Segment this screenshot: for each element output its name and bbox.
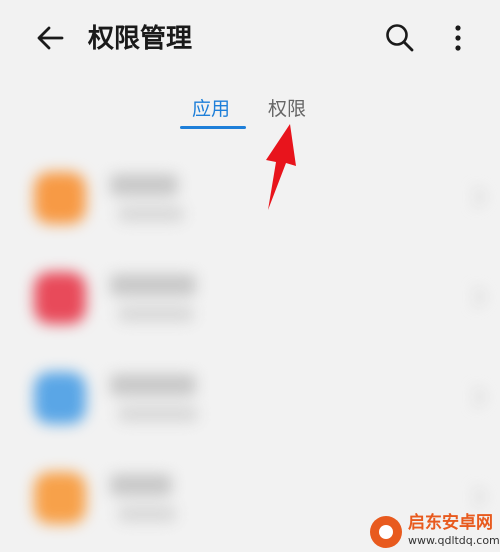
more-options-button[interactable] bbox=[444, 20, 472, 56]
red-annotation-arrow-icon bbox=[266, 124, 296, 210]
page-title: 权限管理 bbox=[88, 24, 193, 54]
app-subtitle-placeholder bbox=[118, 406, 198, 422]
app-list bbox=[0, 150, 500, 552]
app-icon bbox=[34, 172, 86, 224]
app-list-blurred-content bbox=[0, 150, 500, 550]
chevron-right-icon bbox=[465, 487, 485, 507]
tab-apps[interactable]: 应用 bbox=[192, 94, 230, 124]
list-item[interactable] bbox=[0, 150, 500, 250]
chevron-right-icon bbox=[465, 187, 485, 207]
watermark-url: www.qdltdq.com bbox=[408, 534, 500, 547]
app-name-placeholder bbox=[110, 374, 196, 396]
app-name-placeholder bbox=[110, 474, 172, 496]
chevron-right-icon bbox=[465, 287, 485, 307]
app-name-placeholder bbox=[110, 174, 178, 196]
app-icon bbox=[34, 272, 86, 324]
back-arrow-icon bbox=[37, 26, 64, 50]
watermark-logo-icon bbox=[370, 516, 402, 548]
list-item[interactable] bbox=[0, 250, 500, 350]
chevron-right-icon bbox=[465, 387, 485, 407]
back-button[interactable] bbox=[32, 20, 68, 56]
tab-permissions[interactable]: 权限 bbox=[268, 94, 306, 124]
app-icon bbox=[34, 472, 86, 524]
app-icon bbox=[34, 372, 86, 424]
top-app-bar: 权限管理 bbox=[0, 0, 500, 80]
search-icon bbox=[386, 24, 414, 52]
site-watermark: 启东安卓网 www.qdltdq.com bbox=[370, 512, 500, 552]
app-name-placeholder bbox=[110, 274, 196, 296]
app-subtitle-placeholder bbox=[118, 506, 176, 522]
more-vertical-icon bbox=[455, 25, 461, 51]
active-tab-indicator bbox=[180, 126, 246, 129]
app-subtitle-placeholder bbox=[118, 306, 194, 322]
app-subtitle-placeholder bbox=[118, 206, 184, 222]
search-button[interactable] bbox=[382, 20, 418, 56]
list-item[interactable] bbox=[0, 350, 500, 450]
watermark-name: 启东安卓网 bbox=[408, 513, 493, 533]
